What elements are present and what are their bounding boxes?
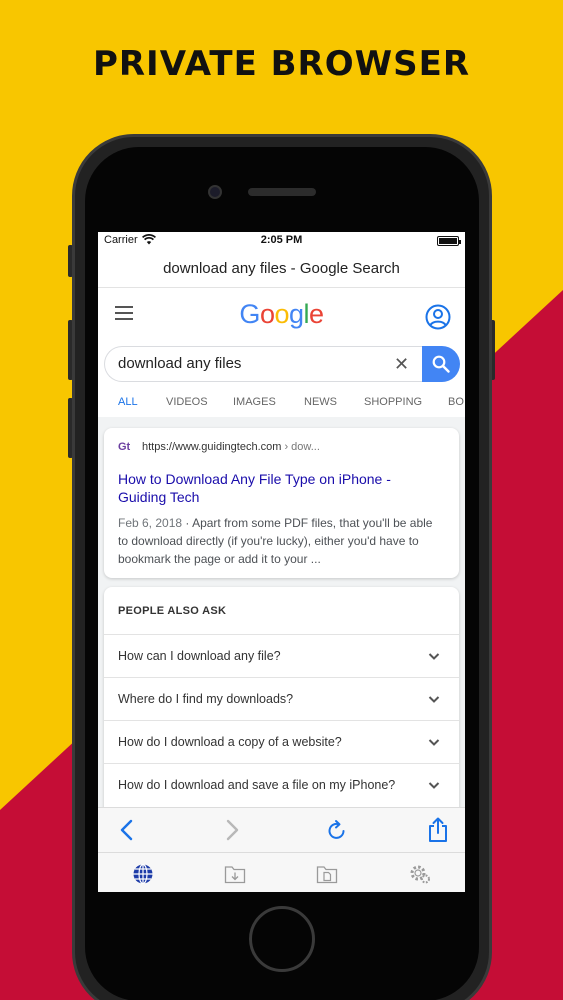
tab-books[interactable]: BO xyxy=(448,396,464,408)
account-icon[interactable] xyxy=(425,304,451,330)
tab-shopping[interactable]: SHOPPING xyxy=(364,396,422,408)
phone-screen: Carrier 2:05 PM download any files - Goo… xyxy=(98,232,465,892)
front-camera xyxy=(208,185,222,199)
search-button[interactable] xyxy=(422,346,460,382)
google-logo[interactable]: Google xyxy=(98,299,465,330)
people-also-ask-card: PEOPLE ALSO ASK How can I download any f… xyxy=(104,587,459,817)
files-folder-icon[interactable] xyxy=(316,863,338,885)
reload-icon[interactable] xyxy=(326,819,348,841)
tab-images[interactable]: IMAGES xyxy=(233,396,276,408)
back-icon[interactable] xyxy=(119,819,135,841)
results-area: Gt https://www.guidingtech.com › dow... … xyxy=(98,417,465,817)
globe-icon[interactable] xyxy=(132,863,154,885)
paa-question-row[interactable]: How do I download and save a file on my … xyxy=(104,763,459,806)
search-tabs: ALL VIDEOS IMAGES NEWS SHOPPING BO xyxy=(98,386,465,420)
people-also-ask-title: PEOPLE ALSO ASK xyxy=(118,605,227,617)
status-bar: Carrier 2:05 PM xyxy=(98,232,465,250)
earpiece-speaker xyxy=(248,188,316,196)
share-icon[interactable] xyxy=(427,817,449,843)
downloads-folder-icon[interactable] xyxy=(224,863,246,885)
result-date: Feb 6, 2018 xyxy=(118,516,183,530)
chevron-down-icon xyxy=(428,696,440,703)
site-favicon: Gt xyxy=(118,441,131,453)
clear-icon[interactable]: ✕ xyxy=(394,355,409,373)
page-title[interactable]: download any files - Google Search xyxy=(98,250,465,288)
chevron-down-icon xyxy=(428,653,440,660)
tab-all[interactable]: ALL xyxy=(118,396,138,408)
forward-icon[interactable] xyxy=(224,819,240,841)
battery-icon xyxy=(437,236,461,246)
tab-videos[interactable]: VIDEOS xyxy=(166,396,208,408)
tab-news[interactable]: NEWS xyxy=(304,396,337,408)
app-tab-bar xyxy=(98,852,465,892)
result-title-link[interactable]: How to Download Any File Type on iPhone … xyxy=(118,470,418,506)
banner-headline: PRIVATE BROWSER xyxy=(92,44,471,84)
result-snippet: Feb 6, 2018 · Apart from some PDF files,… xyxy=(118,516,433,566)
search-input[interactable]: download any files xyxy=(118,355,368,372)
clock: 2:05 PM xyxy=(260,234,303,246)
google-header: Google xyxy=(98,288,465,340)
search-bar: download any files ✕ xyxy=(104,346,460,382)
chevron-down-icon xyxy=(428,739,440,746)
chevron-down-icon xyxy=(428,782,440,789)
home-button[interactable] xyxy=(249,906,315,972)
paa-question-row[interactable]: How do I download a copy of a website? xyxy=(104,720,459,763)
result-url[interactable]: https://www.guidingtech.com › dow... xyxy=(142,441,320,453)
browser-toolbar xyxy=(98,807,465,852)
search-icon xyxy=(432,355,450,373)
settings-gear-icon[interactable] xyxy=(408,863,432,885)
paa-question-row[interactable]: Where do I find my downloads? xyxy=(104,677,459,720)
paa-question-row[interactable]: How can I download any file? xyxy=(104,634,459,677)
search-result-card[interactable]: Gt https://www.guidingtech.com › dow... … xyxy=(104,428,459,578)
